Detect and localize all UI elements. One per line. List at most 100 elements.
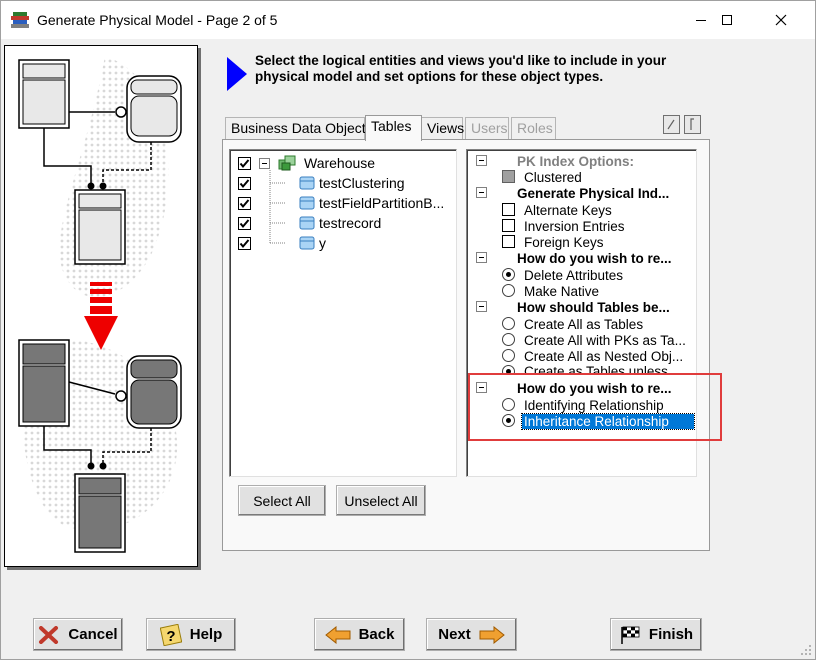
checkmark-icon	[239, 198, 250, 208]
help-button[interactable]: ? Help	[146, 618, 236, 651]
cancel-x-icon	[39, 625, 59, 644]
option-group-title: How do you wish to re...	[517, 250, 672, 266]
edit-icon	[667, 119, 675, 130]
tree-item-testclustering[interactable]: testClustering	[238, 173, 405, 193]
wizard-illustration	[4, 45, 198, 567]
button-label: Cancel	[68, 626, 118, 643]
radio-button[interactable]	[502, 365, 515, 374]
option-delete-attributes[interactable]: Delete Attributes	[467, 267, 696, 283]
radio-button[interactable]	[502, 398, 515, 411]
close-icon	[775, 14, 787, 26]
unselect-all-button[interactable]: Unselect All	[336, 485, 426, 516]
option-label: Create All as Tables	[524, 316, 644, 332]
next-arrow-icon	[479, 625, 505, 644]
tree-item-testrecord[interactable]: testrecord	[238, 213, 381, 233]
title-bar: Generate Physical Model - Page 2 of 5	[1, 1, 815, 39]
option-group-header[interactable]: How should Tables be...	[467, 299, 696, 315]
option-identifying-relationship[interactable]: Identifying Relationship	[467, 397, 696, 413]
option-group-header[interactable]: How do you wish to re...	[467, 380, 696, 396]
cancel-button[interactable]: Cancel	[33, 618, 123, 651]
option-inversion-entries[interactable]: Inversion Entries	[467, 218, 696, 234]
options-tree[interactable]: PK Index Options: Clustered Generate Phy…	[466, 149, 697, 477]
option-label: Create All as Nested Obj...	[524, 348, 684, 364]
collapse-toggle[interactable]	[476, 301, 487, 312]
option-label: Alternate Keys	[524, 202, 612, 218]
wizard-window: Generate Physical Model - Page 2 of 5 Se…	[0, 0, 816, 660]
close-button[interactable]	[758, 1, 804, 39]
option-foreign-keys[interactable]: Foreign Keys	[467, 234, 696, 250]
option-label: Identifying Relationship	[524, 397, 664, 413]
tab-users: Users	[465, 117, 509, 140]
option-label: Delete Attributes	[524, 267, 624, 283]
checkmark-icon	[239, 178, 250, 188]
collapse-toggle[interactable]	[476, 187, 487, 198]
logical-to-physical-diagram-icon	[5, 46, 197, 566]
checkbox[interactable]	[238, 196, 251, 210]
back-arrow-icon	[324, 625, 351, 644]
tree-item-testfieldpartition[interactable]: testFieldPartitionB...	[238, 193, 444, 213]
radio-button[interactable]	[502, 317, 515, 330]
option-label: Inversion Entries	[524, 218, 625, 234]
entity-tree[interactable]: Warehouse testClustering testFieldPartit…	[229, 149, 457, 477]
tab-business-data-object[interactable]: Business Data Object	[225, 117, 366, 140]
checkbox	[502, 170, 515, 183]
tree-item-label: Warehouse	[304, 155, 376, 171]
option-label: Create All with PKs as Ta...	[524, 332, 686, 348]
tab-roles: Roles	[511, 117, 556, 140]
option-group-title: PK Index Options:	[517, 153, 635, 169]
window-title: Generate Physical Model - Page 2 of 5	[37, 12, 278, 28]
button-label: Finish	[648, 626, 694, 643]
option-inheritance-relationship[interactable]: Inheritance Relationship	[467, 412, 696, 430]
back-button[interactable]: Back	[314, 618, 405, 651]
option-create-all-as-tables[interactable]: Create All as Tables	[467, 316, 696, 332]
tree-item-y[interactable]: y	[238, 233, 326, 253]
maximize-button[interactable]	[704, 1, 750, 39]
collapse-toggle[interactable]	[476, 252, 487, 263]
tree-item-label: testFieldPartitionB...	[319, 195, 445, 211]
radio-button[interactable]	[502, 284, 515, 297]
tab-tables[interactable]: Tables	[365, 115, 422, 141]
option-group-header[interactable]: Generate Physical Ind...	[467, 185, 696, 201]
select-all-button[interactable]: Select All	[238, 485, 326, 516]
database-folder-icon	[278, 155, 296, 171]
table-icon	[299, 176, 315, 190]
option-label: Foreign Keys	[524, 234, 604, 250]
tab-views[interactable]: Views	[421, 117, 464, 140]
checkbox[interactable]	[238, 236, 251, 250]
checkbox[interactable]	[502, 235, 515, 248]
tree-item-warehouse[interactable]: Warehouse	[238, 153, 375, 173]
radio-button[interactable]	[502, 414, 515, 427]
collapse-toggle[interactable]	[476, 155, 487, 166]
checkbox[interactable]	[502, 203, 515, 216]
option-group-header[interactable]: PK Index Options:	[467, 153, 696, 169]
checkbox[interactable]	[238, 156, 251, 170]
radio-button[interactable]	[502, 333, 515, 346]
option-create-as-tables-unless[interactable]: Create as Tables unless ...	[467, 364, 696, 374]
tab-scroll-left-button[interactable]	[663, 115, 680, 134]
option-group-header[interactable]: How do you wish to re...	[467, 250, 696, 266]
button-label: Help	[189, 626, 223, 643]
radio-button[interactable]	[502, 349, 515, 362]
collapse-toggle[interactable]	[476, 382, 487, 393]
option-make-native[interactable]: Make Native	[467, 283, 696, 299]
table-icon	[299, 236, 315, 250]
tab-scroll-right-button[interactable]	[684, 115, 701, 134]
checkmark-icon	[239, 218, 250, 228]
instruction-text: Select the logical entities and views yo…	[255, 53, 667, 84]
radio-button[interactable]	[502, 268, 515, 281]
bracket-icon	[690, 118, 694, 130]
model-app-icon	[11, 12, 29, 28]
finish-button[interactable]: Finish	[610, 618, 702, 651]
tree-item-label: testClustering	[319, 175, 405, 191]
option-alternate-keys[interactable]: Alternate Keys	[467, 202, 696, 218]
option-label: Inheritance Relationship	[521, 412, 695, 430]
collapse-toggle[interactable]	[259, 157, 270, 169]
checkbox[interactable]	[238, 176, 251, 190]
resize-grip-icon[interactable]	[799, 643, 813, 657]
option-label: Make Native	[524, 283, 600, 299]
checkbox[interactable]	[502, 219, 515, 232]
next-button[interactable]: Next	[426, 618, 517, 651]
option-create-all-nested[interactable]: Create All as Nested Obj...	[467, 348, 696, 364]
checkbox[interactable]	[238, 216, 251, 230]
option-create-all-with-pks[interactable]: Create All with PKs as Ta...	[467, 332, 696, 348]
